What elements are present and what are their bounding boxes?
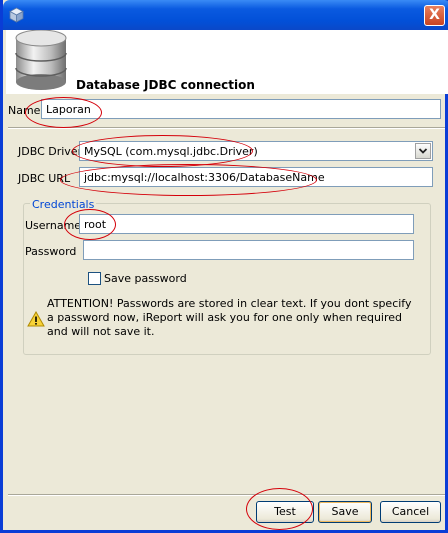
save-button[interactable]: Save [318, 501, 372, 523]
header-panel: Database JDBC connection [6, 30, 448, 94]
dialog-window: X Database JDBC connection Name Laporan … [0, 0, 448, 533]
password-label: Password [25, 245, 77, 258]
database-icon [15, 30, 67, 90]
title-bar[interactable]: X [3, 0, 448, 30]
chevron-down-icon [418, 148, 428, 154]
divider [8, 127, 445, 129]
username-label: Username [25, 219, 82, 232]
name-field[interactable]: Laporan [41, 99, 441, 119]
jdbc-driver-select[interactable]: MySQL (com.mysql.jdbc.Driver) [79, 141, 433, 161]
app-cube-icon [9, 7, 24, 23]
jdbc-driver-label: JDBC Driver [18, 145, 83, 158]
name-label: Name [8, 104, 41, 117]
password-warning-text: ATTENTION! Passwords are stored in clear… [47, 297, 412, 338]
jdbc-driver-value: MySQL (com.mysql.jdbc.Driver) [84, 145, 258, 158]
header-title: Database JDBC connection [76, 78, 255, 92]
credentials-legend: Credentials [30, 198, 97, 211]
save-password-checkbox[interactable] [88, 272, 101, 285]
close-button[interactable]: X [424, 5, 445, 26]
jdbc-url-label: JDBC URL [18, 172, 71, 185]
dropdown-button[interactable] [415, 143, 431, 159]
warning-icon [27, 311, 45, 327]
cancel-button[interactable]: Cancel [380, 501, 441, 523]
footer-divider [8, 494, 445, 496]
close-icon: X [429, 7, 440, 23]
username-field[interactable]: root [79, 214, 414, 234]
test-button[interactable]: Test [256, 501, 314, 523]
password-field[interactable] [83, 240, 414, 260]
jdbc-url-field[interactable]: jdbc:mysql://localhost:3306/DatabaseName [79, 167, 433, 187]
save-password-label[interactable]: Save password [104, 272, 187, 285]
